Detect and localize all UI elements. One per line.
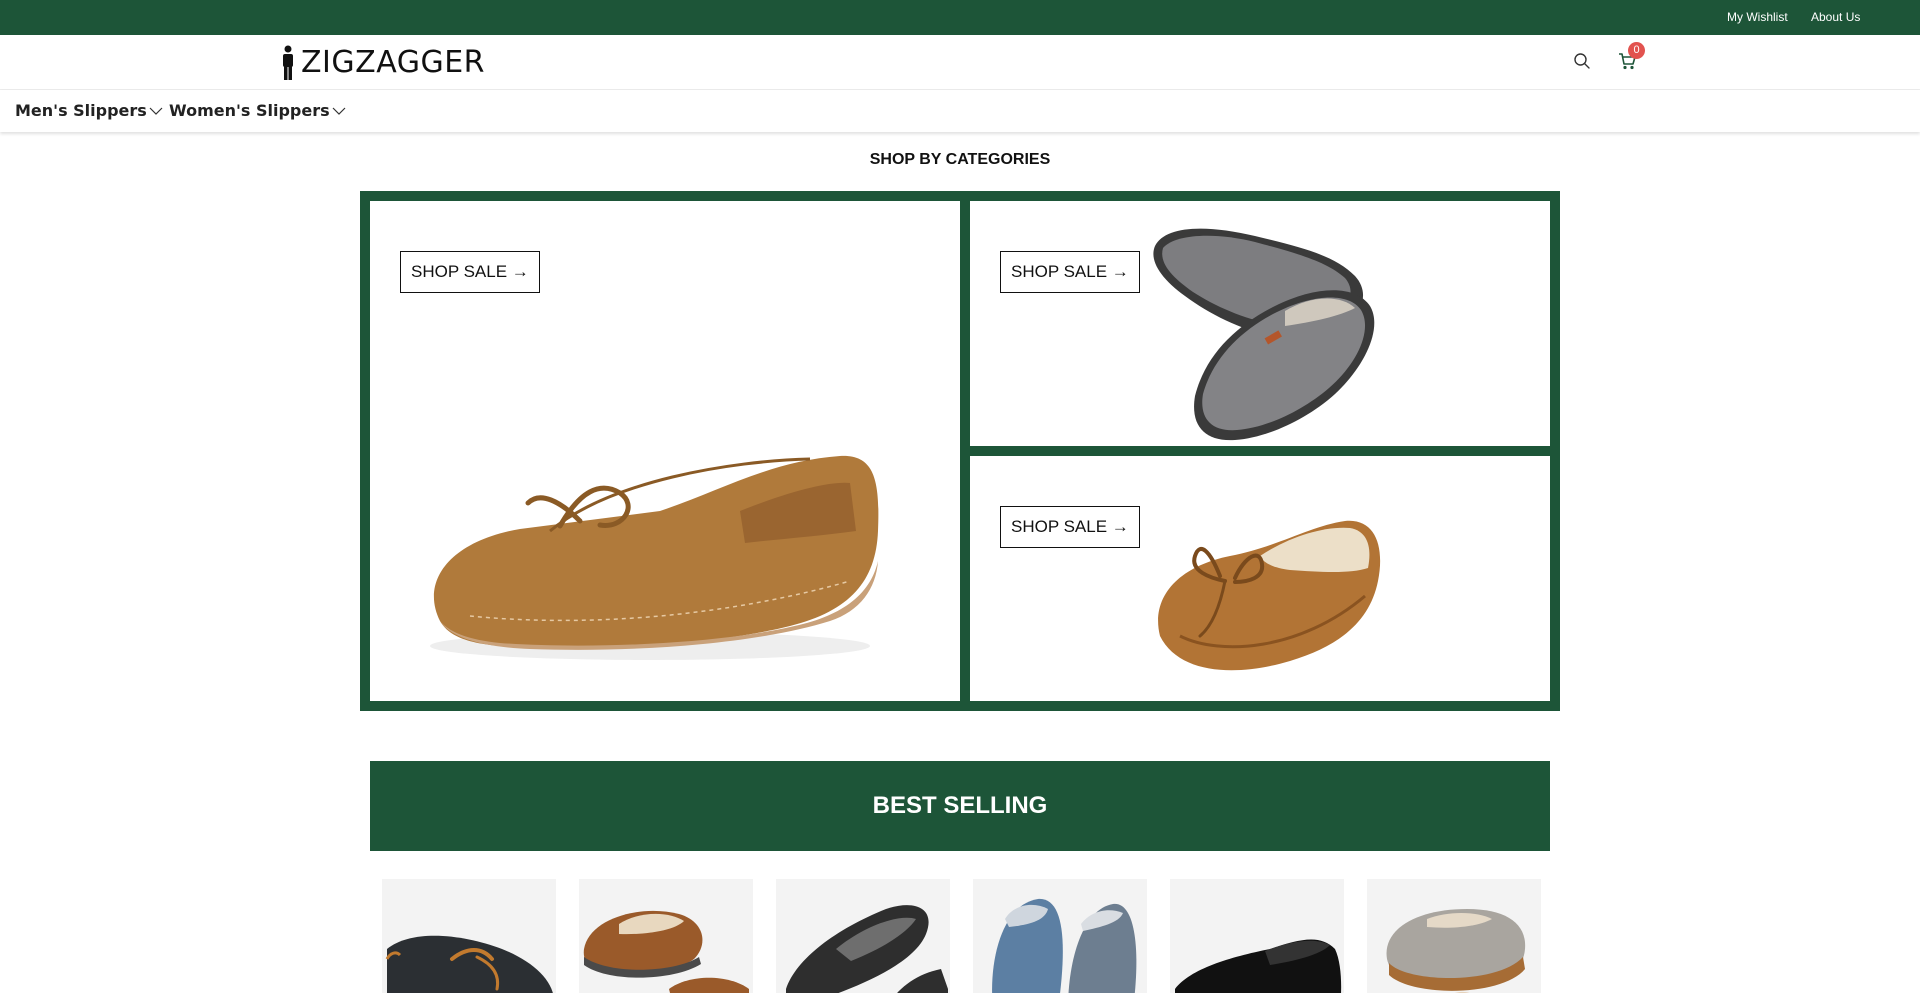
product-card[interactable] <box>1367 879 1541 993</box>
my-wishlist-link[interactable]: My Wishlist <box>1727 10 1788 24</box>
grey-slipper-image <box>1153 228 1375 441</box>
black-slip-on-image <box>1175 939 1342 993</box>
cart-count-badge: 0 <box>1628 42 1645 59</box>
shop-sale-button[interactable]: SHOP SALE → <box>400 251 540 293</box>
top-bar: My Wishlist About Us <box>0 0 1920 35</box>
product-card[interactable] <box>1170 879 1344 993</box>
sherpa-moccasin-image <box>1158 520 1381 671</box>
category-card-bottom-right[interactable]: SHOP SALE → <box>970 456 1550 701</box>
search-button[interactable] <box>1573 52 1591 70</box>
site-header: ZIGZAGGER 0 <box>0 35 1920 90</box>
about-us-link[interactable]: About Us <box>1811 10 1860 24</box>
category-card-large[interactable]: SHOP SALE → <box>370 201 960 701</box>
category-card-top-right[interactable]: SHOP SALE → <box>970 201 1550 446</box>
nav-mens-slippers[interactable]: Men's Slippers <box>15 101 163 120</box>
chevron-down-icon <box>149 107 163 115</box>
chevron-down-icon <box>332 107 346 115</box>
shop-sale-button[interactable]: SHOP SALE → <box>1000 506 1140 548</box>
brown-slippers-image <box>583 910 749 993</box>
nav-mens-slippers-label: Men's Slippers <box>15 101 147 120</box>
nav-womens-slippers-label: Women's Slippers <box>169 101 330 120</box>
best-selling-products <box>382 879 1542 993</box>
logo-text: ZIGZAGGER <box>301 45 485 80</box>
moccasin-slipper-image <box>430 455 879 660</box>
black-grey-slippers-image <box>786 905 948 993</box>
shop-sale-button[interactable]: SHOP SALE → <box>1000 251 1140 293</box>
categories-heading: SHOP BY CATEGORIES <box>869 151 1051 168</box>
blue-grey-slippers-image <box>992 898 1137 993</box>
main-nav: Men's Slippers Women's Slippers <box>0 90 1920 132</box>
person-icon <box>283 45 293 80</box>
nav-womens-slippers[interactable]: Women's Slippers <box>169 101 346 120</box>
best-selling-banner: BEST SELLING <box>370 761 1550 851</box>
product-card[interactable] <box>382 879 556 993</box>
product-card[interactable] <box>776 879 950 993</box>
search-icon <box>1574 53 1590 69</box>
site-logo[interactable]: ZIGZAGGER <box>281 45 485 81</box>
product-card[interactable] <box>973 879 1147 993</box>
tweed-slipper-image <box>1386 909 1526 993</box>
category-grid: SHOP SALE → SHOP SALE → SHOP SALE → <box>360 191 1560 711</box>
black-moccasin-image <box>385 935 553 993</box>
product-card[interactable] <box>579 879 753 993</box>
